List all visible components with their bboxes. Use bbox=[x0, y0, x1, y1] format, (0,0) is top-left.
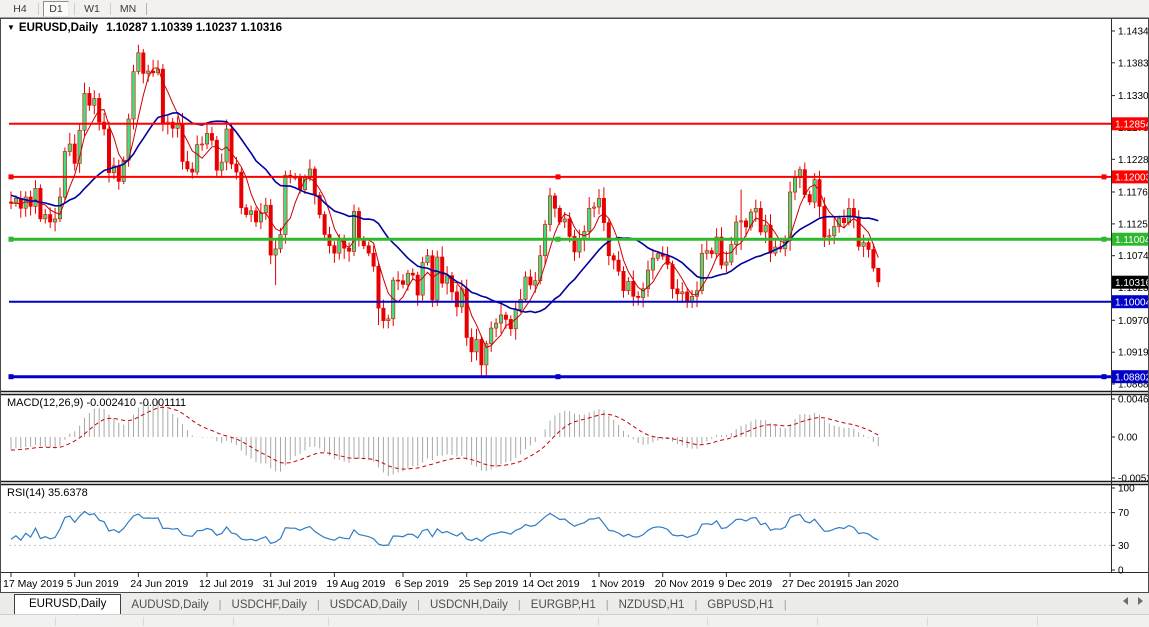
tab-usdcnh-daily[interactable]: USDCNH,Daily bbox=[420, 596, 518, 614]
time-axis[interactable]: 17 May 20195 Jun 2019 24 Jun 2019 12 Jul 2… bbox=[3, 573, 899, 591]
status-separator bbox=[817, 617, 818, 626]
svg-text:1.11760: 1.11760 bbox=[1118, 188, 1148, 199]
chart-tabs-bar: EURUSD,DailyAUDUSD,Daily|USDCHF,Daily|US… bbox=[0, 593, 1149, 614]
timeframe-toolbar: H4 D1 W1 MN bbox=[0, 0, 1149, 18]
tab-scroll-left-button[interactable] bbox=[1123, 597, 1128, 605]
svg-text:1.12854: 1.12854 bbox=[1115, 120, 1148, 131]
status-separator bbox=[1037, 617, 1038, 626]
svg-text:1.14340: 1.14340 bbox=[1118, 27, 1148, 38]
rsi-line bbox=[11, 511, 878, 545]
svg-text:70: 70 bbox=[1118, 508, 1130, 519]
tab-eurusd-daily[interactable]: EURUSD,Daily bbox=[14, 594, 121, 615]
status-separator bbox=[143, 617, 144, 626]
line-handle[interactable] bbox=[1102, 174, 1107, 179]
toolbar-separator bbox=[110, 3, 111, 15]
tab-scroll-controls bbox=[1123, 597, 1143, 605]
svg-text:19 Aug 2019: 19 Aug 2019 bbox=[326, 578, 385, 590]
line-handle[interactable] bbox=[1102, 237, 1107, 242]
status-bar bbox=[0, 614, 1149, 627]
price-axis[interactable]: 1.143401.138301.133051.127951.122851.117… bbox=[1111, 27, 1148, 391]
tab-usdchf-daily[interactable]: USDCHF,Daily bbox=[222, 596, 317, 614]
svg-text:25 Sep 2019: 25 Sep 2019 bbox=[459, 578, 519, 590]
tab-eurgbp-h1[interactable]: EURGBP,H1 bbox=[521, 596, 606, 614]
svg-text:14 Oct 2019: 14 Oct 2019 bbox=[522, 578, 579, 590]
svg-text:1.09705: 1.09705 bbox=[1118, 316, 1148, 327]
line-handle[interactable] bbox=[556, 374, 561, 379]
toolbar-separator bbox=[38, 3, 39, 15]
tab-separator: | bbox=[784, 596, 787, 614]
svg-text:1.08802: 1.08802 bbox=[1115, 373, 1148, 384]
svg-text:27 Dec 2019: 27 Dec 2019 bbox=[782, 578, 842, 590]
svg-text:15 Jan 2020: 15 Jan 2020 bbox=[841, 578, 899, 590]
svg-text:1.10004: 1.10004 bbox=[1115, 298, 1148, 309]
svg-text:1.12003: 1.12003 bbox=[1115, 173, 1148, 184]
status-separator bbox=[598, 617, 599, 626]
timeframe-button-d1[interactable]: D1 bbox=[43, 1, 69, 17]
svg-text:0.00: 0.00 bbox=[1118, 433, 1138, 444]
tab-scroll-right-button[interactable] bbox=[1138, 597, 1143, 605]
status-separator bbox=[233, 617, 234, 626]
ma-20-line bbox=[11, 113, 878, 313]
svg-text:1.12285: 1.12285 bbox=[1118, 155, 1148, 166]
candles bbox=[9, 45, 880, 378]
svg-text:0.00463: 0.00463 bbox=[1118, 395, 1148, 406]
svg-text:17 May 2019: 17 May 2019 bbox=[3, 578, 64, 590]
svg-text:1.13305: 1.13305 bbox=[1118, 91, 1148, 102]
ma-5-line bbox=[11, 68, 878, 348]
tab-nzdusd-h1[interactable]: NZDUSD,H1 bbox=[609, 596, 695, 614]
svg-text:1.13830: 1.13830 bbox=[1118, 58, 1148, 69]
svg-text:1.10316: 1.10316 bbox=[1115, 278, 1148, 289]
svg-text:5 Jun 2019: 5 Jun 2019 bbox=[67, 578, 119, 590]
line-handle[interactable] bbox=[9, 374, 14, 379]
svg-text:100: 100 bbox=[1118, 484, 1135, 495]
tab-usdcad-daily[interactable]: USDCAD,Daily bbox=[320, 596, 417, 614]
svg-text:1.11250: 1.11250 bbox=[1118, 219, 1148, 230]
macd-axis[interactable]: 0.004630.00-0.005299 bbox=[1111, 395, 1148, 485]
macd-signal-line bbox=[11, 407, 878, 469]
chevron-down-icon[interactable]: ▼ bbox=[7, 23, 15, 32]
mt4-window: H4D1W1MN 1.143401.138301.133051.127951.1… bbox=[0, 0, 1149, 627]
line-handle[interactable] bbox=[556, 174, 561, 179]
svg-text:9 Dec 2019: 9 Dec 2019 bbox=[718, 578, 772, 590]
svg-text:30: 30 bbox=[1118, 541, 1130, 552]
status-separator bbox=[328, 617, 329, 626]
timeframe-button-h4[interactable]: H4 bbox=[7, 1, 33, 17]
toolbar-separator bbox=[74, 3, 75, 15]
timeframe-button-mn[interactable]: MN bbox=[115, 1, 141, 17]
svg-text:0: 0 bbox=[1118, 566, 1124, 577]
rsi-axis[interactable]: 100 70 30 0 bbox=[1111, 484, 1135, 577]
svg-text:1.09195: 1.09195 bbox=[1118, 348, 1148, 359]
svg-text:1.11004: 1.11004 bbox=[1115, 235, 1148, 246]
svg-text:12 Jul 2019: 12 Jul 2019 bbox=[199, 578, 253, 590]
line-handle[interactable] bbox=[9, 174, 14, 179]
timeframe-button-w1[interactable]: W1 bbox=[79, 1, 105, 17]
svg-text:24 Jun 2019: 24 Jun 2019 bbox=[130, 578, 188, 590]
svg-text:31 Jul 2019: 31 Jul 2019 bbox=[263, 578, 317, 590]
chart-window: 1.143401.138301.133051.127951.122851.117… bbox=[0, 18, 1149, 593]
tab-audusd-daily[interactable]: AUDUSD,Daily bbox=[121, 596, 218, 614]
svg-text:1.10740: 1.10740 bbox=[1118, 251, 1148, 262]
line-handle[interactable] bbox=[556, 237, 561, 242]
line-handle[interactable] bbox=[9, 237, 14, 242]
toolbar-separator bbox=[146, 3, 147, 15]
svg-text:20 Nov 2019: 20 Nov 2019 bbox=[655, 578, 715, 590]
macd-histogram bbox=[11, 400, 878, 476]
status-separator bbox=[55, 617, 56, 626]
svg-text:6 Sep 2019: 6 Sep 2019 bbox=[395, 578, 449, 590]
svg-text:1 Nov 2019: 1 Nov 2019 bbox=[591, 578, 645, 590]
status-separator bbox=[927, 617, 928, 626]
line-handle[interactable] bbox=[1102, 374, 1107, 379]
status-separator bbox=[707, 617, 708, 626]
chart-canvas[interactable]: 1.143401.138301.133051.127951.122851.117… bbox=[1, 19, 1148, 592]
tab-gbpusd-h1[interactable]: GBPUSD,H1 bbox=[697, 596, 783, 614]
